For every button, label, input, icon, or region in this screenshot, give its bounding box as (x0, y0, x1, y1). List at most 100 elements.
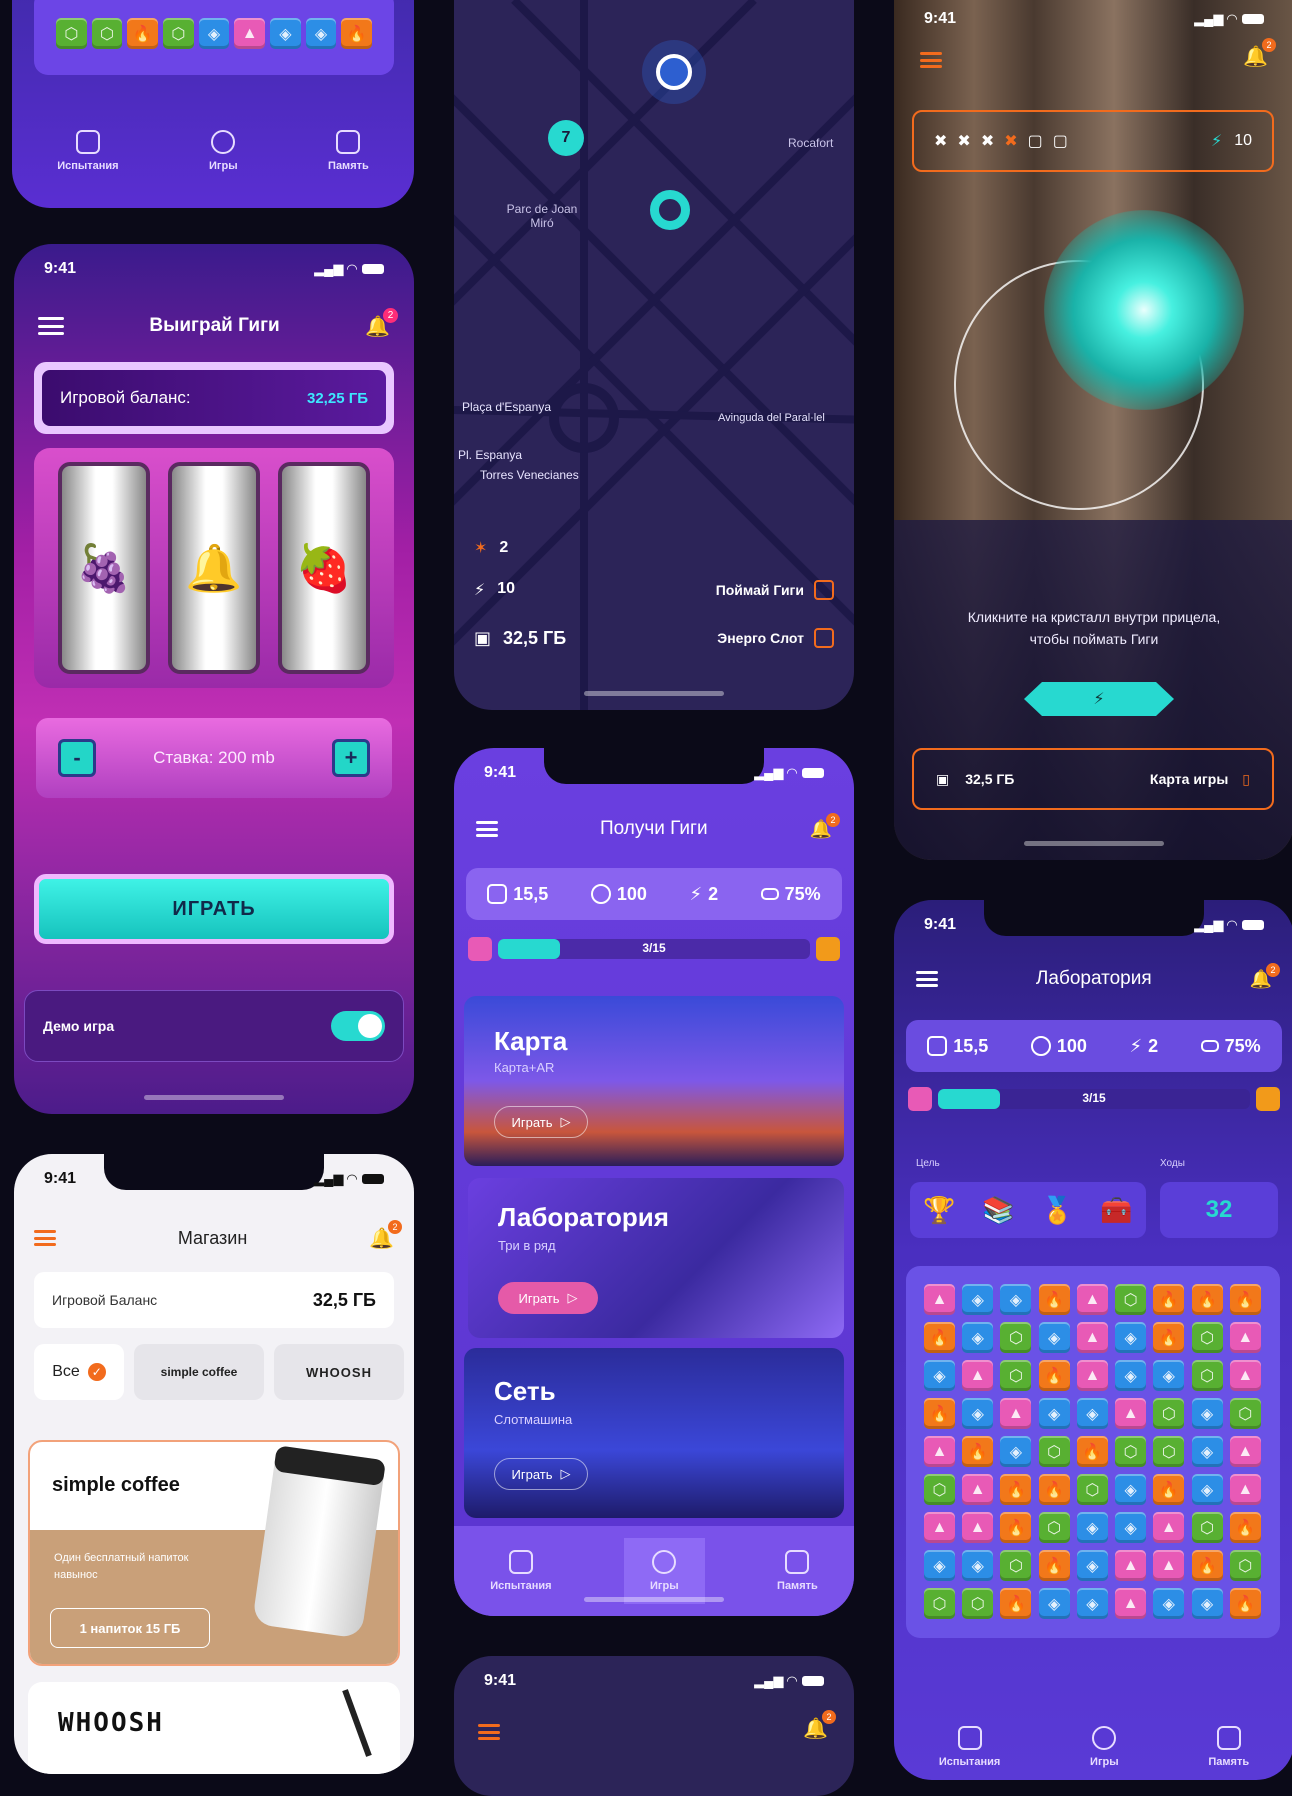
nav-memory[interactable]: Память (777, 1550, 818, 1592)
menu-icon[interactable] (916, 971, 938, 987)
board-tile[interactable]: ◈ (1000, 1436, 1032, 1467)
board-tile[interactable]: ⬡ (1038, 1436, 1070, 1467)
cluster-marker[interactable]: 7 (548, 120, 584, 156)
game-card-net[interactable]: Сеть Слотмашина Играть ▷ (464, 1348, 844, 1518)
bell-icon[interactable]: 🔔 2 (369, 1219, 402, 1251)
board-tile[interactable]: 🔥 (1000, 1588, 1032, 1619)
board-tile[interactable]: ◈ (1191, 1588, 1223, 1619)
promo-price-button[interactable]: 1 напиток 15 ГБ (50, 1608, 210, 1648)
board-tile[interactable]: ⬡ (1115, 1436, 1147, 1467)
nav-games[interactable]: Игры (209, 130, 238, 172)
board-tile[interactable]: ◈ (1115, 1474, 1147, 1505)
board-tile[interactable]: ▲ (1076, 1322, 1108, 1353)
nav-trials[interactable]: Испытания (490, 1550, 552, 1592)
board-tile[interactable]: ◈ (1191, 1398, 1223, 1429)
board-tile[interactable]: ◈ (1038, 1322, 1070, 1353)
nav-trials[interactable]: Испытания (57, 130, 119, 172)
board-tile[interactable]: 🔥 (1153, 1284, 1185, 1315)
board-tile[interactable]: ▲ (1229, 1436, 1261, 1467)
board-tile[interactable]: 🔥 (924, 1398, 955, 1429)
play-button[interactable]: ИГРАТЬ (34, 874, 394, 944)
board-tile[interactable]: ▲ (1229, 1474, 1261, 1505)
board-tile[interactable]: ⬡ (1076, 1474, 1108, 1505)
board-tile[interactable]: ⬡ (924, 1474, 955, 1505)
board-tile[interactable]: 🔥 (1229, 1588, 1261, 1619)
board-tile[interactable]: ⬡ (1000, 1322, 1032, 1353)
board-tile[interactable]: ◈ (962, 1550, 994, 1581)
board-tile[interactable]: ⬡ (1229, 1550, 1261, 1581)
nav-trials[interactable]: Испытания (939, 1726, 1000, 1768)
board-tile[interactable]: 🔥 (1000, 1512, 1032, 1543)
user-location-marker[interactable] (656, 54, 692, 90)
board-tile[interactable]: ◈ (1191, 1474, 1223, 1505)
board-tile[interactable]: ⬡ (1229, 1398, 1261, 1429)
board-tile[interactable]: ⬡ (924, 1588, 955, 1619)
card-play-button[interactable]: Играть ▷ (494, 1458, 588, 1490)
board-tile[interactable]: ◈ (1115, 1512, 1147, 1543)
board-tile[interactable]: ▲ (1115, 1398, 1147, 1429)
board-tile[interactable]: 🔥 (1153, 1474, 1185, 1505)
card-play-button[interactable]: Играть ▷ (494, 1106, 588, 1138)
catch-gigi-button[interactable]: Поймай Гиги (716, 580, 834, 600)
board-tile[interactable]: ▲ (1115, 1588, 1147, 1619)
board-tile[interactable]: ◈ (924, 1550, 955, 1581)
filter-simple-coffee[interactable]: simple coffee (134, 1344, 264, 1400)
board-tile[interactable]: 🔥 (1076, 1436, 1108, 1467)
board-tile[interactable]: ▲ (1076, 1360, 1108, 1391)
board-tile[interactable]: 🔥 (1038, 1474, 1070, 1505)
nav-games[interactable]: Игры (624, 1538, 705, 1604)
board-tile[interactable]: 🔥 (1038, 1284, 1070, 1315)
board-tile[interactable]: ▲ (1000, 1398, 1032, 1429)
nav-memory[interactable]: Память (1208, 1726, 1249, 1768)
board-tile[interactable]: ▲ (962, 1474, 994, 1505)
energy-slot-button[interactable]: Энерго Слот (717, 628, 834, 648)
board-tile[interactable]: 🔥 (1153, 1322, 1185, 1353)
bell-icon[interactable]: 🔔 2 (1243, 38, 1276, 69)
board-tile[interactable]: 🔥 (924, 1322, 955, 1353)
board-tile[interactable]: 🔥 (1000, 1474, 1032, 1505)
board-tile[interactable]: ▲ (1153, 1512, 1185, 1543)
nav-memory[interactable]: Память (328, 130, 369, 172)
board-tile[interactable]: 🔥 (962, 1436, 994, 1467)
game-map-link[interactable]: Карта игры ▯ (1150, 771, 1250, 788)
board-tile[interactable]: ◈ (1076, 1588, 1108, 1619)
card-play-button[interactable]: Играть ▷ (498, 1282, 598, 1314)
board-tile[interactable]: ⬡ (1191, 1322, 1223, 1353)
board-tile[interactable]: 🔥 (1038, 1360, 1070, 1391)
menu-icon[interactable] (34, 1230, 56, 1246)
board-tile[interactable]: 🔥 (1191, 1284, 1223, 1315)
filter-all[interactable]: Все ✓ (34, 1344, 124, 1400)
board-tile[interactable]: ▲ (1153, 1550, 1185, 1581)
board-tile[interactable]: ◈ (1076, 1398, 1108, 1429)
board-tile[interactable]: ⬡ (1153, 1398, 1185, 1429)
board-tile[interactable]: ◈ (1191, 1436, 1223, 1467)
board-tile[interactable]: ⬡ (1038, 1512, 1070, 1543)
board-tile[interactable]: ◈ (1000, 1284, 1032, 1315)
gigi-marker[interactable] (650, 190, 690, 230)
board-tile[interactable]: ◈ (1153, 1360, 1185, 1391)
board-tile[interactable]: ▲ (1229, 1360, 1261, 1391)
board-tile[interactable]: ◈ (1038, 1588, 1070, 1619)
board-tile[interactable]: ◈ (1076, 1512, 1108, 1543)
board-tile[interactable]: ◈ (1038, 1398, 1070, 1429)
board-tile[interactable]: 🔥 (1229, 1284, 1261, 1315)
board-tile[interactable]: ▲ (924, 1436, 955, 1467)
board-tile[interactable]: ◈ (1115, 1360, 1147, 1391)
stake-plus-button[interactable]: + (332, 739, 370, 777)
menu-icon[interactable] (920, 52, 942, 68)
demo-toggle[interactable] (331, 1011, 385, 1041)
board-tile[interactable]: ⬡ (1000, 1360, 1032, 1391)
game-card-map[interactable]: Карта Карта+AR Играть ▷ (464, 996, 844, 1166)
bell-icon[interactable]: 🔔 2 (365, 307, 398, 339)
board-tile[interactable]: ◈ (1076, 1550, 1108, 1581)
board-tile[interactable]: ▲ (924, 1512, 955, 1543)
board-tile[interactable]: ▲ (962, 1512, 994, 1543)
bell-icon[interactable]: 🔔 2 (810, 812, 840, 840)
board-tile[interactable]: ◈ (1115, 1322, 1147, 1353)
board-tile[interactable]: 🔥 (1038, 1550, 1070, 1581)
menu-icon[interactable] (38, 317, 64, 335)
nav-games[interactable]: Игры (1090, 1726, 1119, 1768)
bell-icon[interactable]: 🔔 2 (803, 1710, 836, 1741)
board-tile[interactable]: ◈ (962, 1284, 994, 1315)
board-tile[interactable]: ⬡ (1153, 1436, 1185, 1467)
